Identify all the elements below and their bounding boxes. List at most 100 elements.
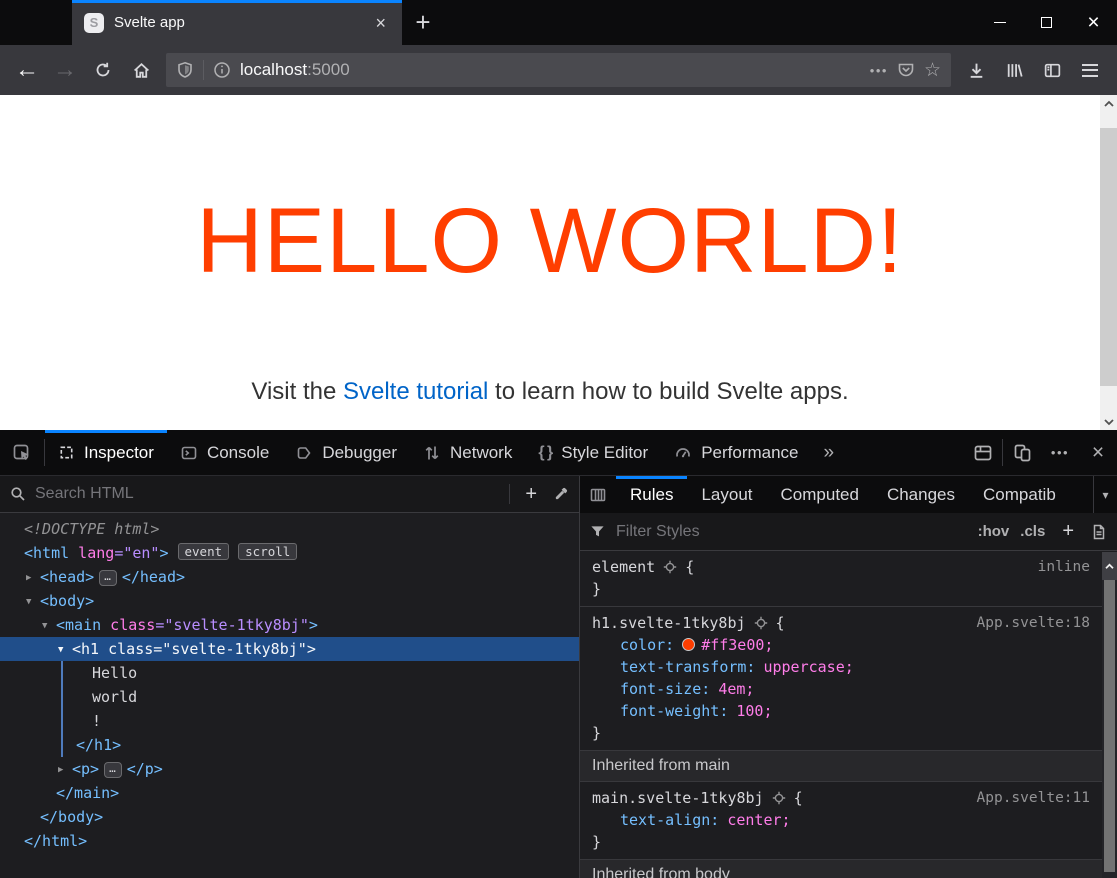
page-scrollbar[interactable] — [1100, 95, 1117, 430]
rule-element[interactable]: element { inline } — [580, 551, 1102, 607]
responsive-design-button[interactable] — [1003, 430, 1041, 475]
print-simulation-icon[interactable] — [1091, 524, 1107, 540]
page-scrollbar-thumb[interactable] — [1100, 128, 1117, 386]
browser-tab[interactable]: S Svelte app × — [72, 0, 402, 45]
reload-button[interactable] — [84, 52, 122, 88]
twisty-expanded-icon[interactable]: ▼ — [42, 614, 56, 638]
pocket-icon[interactable] — [897, 61, 915, 79]
filter-styles-input[interactable]: Filter Styles — [616, 523, 967, 541]
split-console-button[interactable] — [964, 430, 1002, 475]
rule-source-inline[interactable]: inline — [1038, 556, 1090, 578]
scroll-down-icon[interactable] — [1100, 413, 1117, 430]
twisty-expanded-icon[interactable]: ▼ — [58, 638, 72, 662]
collapse-sidebar-button[interactable] — [580, 476, 616, 513]
rule-selector[interactable]: element — [592, 556, 655, 578]
rule-source-link[interactable]: App.svelte:18 — [977, 612, 1091, 634]
devtools-tab-style-editor[interactable]: { } Style Editor — [525, 430, 661, 475]
color-swatch[interactable] — [682, 638, 695, 651]
eyedropper-icon[interactable] — [552, 486, 569, 503]
rule-h1[interactable]: h1.svelte-1tky8bj { App.svelte:18 color:… — [580, 607, 1102, 751]
minimize-button[interactable] — [976, 0, 1023, 45]
tree-node-h1-selected[interactable]: ▼<h1 class="svelte-1tky8bj"> — [0, 637, 579, 661]
devtools-tab-inspector[interactable]: Inspector — [45, 430, 167, 475]
toggle-classes-button[interactable]: .cls — [1020, 523, 1045, 540]
new-tab-button[interactable]: + — [402, 0, 444, 45]
devtools-meatball-menu[interactable]: ••• — [1041, 430, 1079, 475]
css-declaration[interactable]: text-transform:uppercase; — [592, 656, 1090, 678]
highlight-target-icon[interactable] — [772, 791, 786, 805]
filter-styles-bar[interactable]: Filter Styles :hov .cls + — [580, 513, 1117, 551]
maximize-button[interactable] — [1023, 0, 1070, 45]
forward-button[interactable]: → — [46, 52, 84, 88]
devtools-tab-network[interactable]: Network — [410, 430, 525, 475]
tree-text-node[interactable]: ! — [0, 709, 579, 733]
twisty-collapsed-icon[interactable]: ▶ — [58, 758, 72, 782]
tree-node-html[interactable]: <html lang="en">eventscroll — [0, 541, 579, 565]
sidebar-toggle-button[interactable] — [1033, 52, 1071, 88]
rule-selector[interactable]: h1.svelte-1tky8bj — [592, 612, 746, 634]
close-window-button[interactable]: × — [1070, 0, 1117, 45]
twisty-expanded-icon[interactable]: ▼ — [26, 590, 40, 614]
rule-selector[interactable]: main.svelte-1tky8bj — [592, 787, 764, 809]
highlight-target-icon[interactable] — [663, 560, 677, 574]
tree-text-node[interactable]: world — [0, 685, 579, 709]
tab-changes[interactable]: Changes — [873, 476, 969, 513]
tree-close-html[interactable]: </html> — [0, 829, 579, 853]
devtools-tab-performance[interactable]: Performance — [661, 430, 811, 475]
page-actions-button[interactable]: ••• — [870, 63, 888, 78]
menu-button[interactable] — [1071, 52, 1109, 88]
inline-ellipsis-button[interactable]: … — [99, 570, 117, 586]
tab-close-icon[interactable]: × — [371, 12, 390, 34]
element-picker-button[interactable] — [0, 430, 44, 475]
downloads-button[interactable] — [957, 52, 995, 88]
toggle-hover-button[interactable]: :hov — [978, 523, 1010, 540]
css-declaration[interactable]: text-align:center; — [592, 809, 1090, 831]
highlight-target-icon[interactable] — [754, 616, 768, 630]
library-button[interactable] — [995, 52, 1033, 88]
tree-close-h1[interactable]: </h1> — [0, 733, 579, 757]
add-node-button[interactable]: + — [519, 483, 543, 506]
css-declaration[interactable]: font-size:4em; — [592, 678, 1090, 700]
add-rule-button[interactable]: + — [1056, 520, 1080, 543]
css-declaration[interactable]: font-weight:100; — [592, 700, 1090, 722]
more-tabs-button[interactable]: » — [812, 430, 847, 475]
tree-node-p[interactable]: ▶<p>…</p> — [0, 757, 579, 781]
css-declaration[interactable]: color:#ff3e00; — [592, 634, 1090, 656]
twisty-collapsed-icon[interactable]: ▶ — [26, 566, 40, 590]
tab-computed[interactable]: Computed — [767, 476, 873, 513]
tab-rules[interactable]: Rules — [616, 476, 687, 513]
tree-node-body[interactable]: ▼<body> — [0, 589, 579, 613]
rules-scroll-up-icon[interactable] — [1102, 552, 1117, 580]
search-input[interactable]: Search HTML — [35, 485, 500, 503]
tree-node-main[interactable]: ▼<main class="svelte-1tky8bj"> — [0, 613, 579, 637]
bookmark-star-icon[interactable]: ☆ — [924, 59, 941, 82]
inline-ellipsis-button[interactable]: … — [104, 762, 122, 778]
rules-scrollbar[interactable] — [1102, 552, 1117, 878]
scroll-badge[interactable]: scroll — [238, 543, 297, 560]
tab-compatibility[interactable]: Compatib — [969, 476, 1070, 513]
tracking-shield-icon[interactable] — [176, 61, 194, 79]
rules-scrollbar-thumb[interactable] — [1104, 580, 1115, 872]
scroll-up-icon[interactable] — [1100, 95, 1117, 112]
tree-node-doctype[interactable]: <!DOCTYPE html> — [0, 517, 579, 541]
search-html-bar[interactable]: Search HTML + — [0, 476, 579, 513]
devtools-tab-debugger[interactable]: Debugger — [282, 430, 410, 475]
rule-main[interactable]: main.svelte-1tky8bj { App.svelte:11 text… — [580, 782, 1102, 860]
url-bar[interactable]: localhost:5000 ••• ☆ — [166, 53, 951, 87]
tree-close-body[interactable]: </body> — [0, 805, 579, 829]
tree-node-head[interactable]: ▶<head>…</head> — [0, 565, 579, 589]
sidebar-tabs-dropdown[interactable]: ▾ — [1093, 476, 1117, 513]
url-text[interactable]: localhost:5000 — [240, 60, 350, 80]
tree-close-main[interactable]: </main> — [0, 781, 579, 805]
site-info-icon[interactable] — [213, 61, 231, 79]
tab-layout[interactable]: Layout — [687, 476, 766, 513]
devtools-tab-console[interactable]: Console — [167, 430, 282, 475]
back-button[interactable]: ← — [8, 52, 46, 88]
event-badge[interactable]: event — [178, 543, 230, 560]
close-devtools-button[interactable]: × — [1079, 430, 1117, 475]
tree-text-node[interactable]: Hello — [0, 661, 579, 685]
svelte-tutorial-link[interactable]: Svelte tutorial — [343, 378, 488, 405]
split-console-icon — [973, 443, 993, 463]
rule-source-link[interactable]: App.svelte:11 — [977, 787, 1091, 809]
home-button[interactable] — [122, 52, 160, 88]
